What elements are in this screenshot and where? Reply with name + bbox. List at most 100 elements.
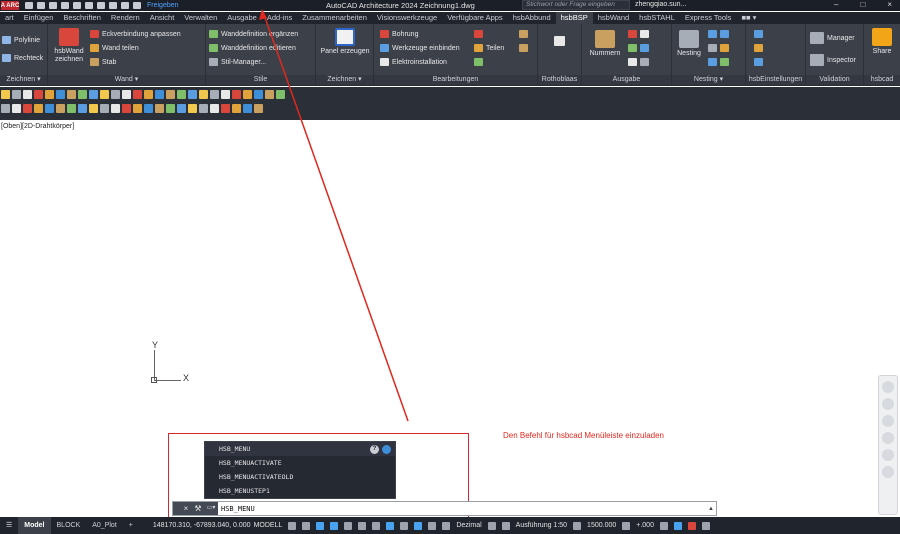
tab-5[interactable]: Verwalten bbox=[179, 12, 222, 24]
maximize-button[interactable]: □ bbox=[860, 0, 865, 9]
row2-tool-icon-6[interactable] bbox=[67, 104, 76, 113]
pan-icon[interactable] bbox=[882, 398, 894, 410]
hsbwand-zeichnen-button[interactable]: hsbWand zeichnen bbox=[52, 28, 86, 64]
row2-tool-icon-17[interactable] bbox=[188, 104, 197, 113]
polar-icon[interactable] bbox=[330, 521, 339, 530]
rothoblaas-button[interactable] bbox=[554, 36, 565, 46]
row2-tool-icon-11[interactable] bbox=[122, 104, 131, 113]
autocomplete-item[interactable]: HSB_MENUACTIVATE bbox=[205, 456, 395, 470]
offset-readout[interactable]: +.000 bbox=[636, 522, 654, 529]
print-icon[interactable] bbox=[85, 2, 93, 9]
steering-wheel-icon[interactable] bbox=[882, 381, 894, 393]
row1-tool-icon-7[interactable] bbox=[78, 90, 87, 99]
share-button[interactable]: Share bbox=[868, 28, 896, 56]
search-input[interactable]: Stichwort oder Frage eingeben bbox=[522, 0, 630, 10]
row2-tool-icon-20[interactable] bbox=[221, 104, 230, 113]
row1-tool-icon-20[interactable] bbox=[221, 90, 230, 99]
row1-tool-icon-16[interactable] bbox=[177, 90, 186, 99]
einstellungen-tool-1[interactable] bbox=[754, 30, 763, 38]
tab-9[interactable]: Visionswerkzeuge bbox=[372, 12, 442, 24]
annotation-icon[interactable] bbox=[414, 521, 423, 530]
validation-manager-button[interactable]: Manager bbox=[810, 32, 855, 44]
stil-manager-button[interactable]: Stil-Manager... bbox=[209, 58, 266, 66]
stab-button[interactable]: Stab bbox=[90, 58, 116, 66]
tab-15[interactable]: Express Tools bbox=[680, 12, 737, 24]
row1-tool-icon-18[interactable] bbox=[199, 90, 208, 99]
row1-tool-icon-10[interactable] bbox=[111, 90, 120, 99]
web-mobile-icon[interactable] bbox=[73, 2, 81, 9]
werkzeuge-einbinden-button[interactable]: Werkzeuge einbinden bbox=[380, 44, 460, 52]
tab-7[interactable]: Add-ins bbox=[262, 12, 297, 24]
open-icon[interactable] bbox=[37, 2, 45, 9]
row2-tool-icon-18[interactable] bbox=[199, 104, 208, 113]
row2-tool-icon-0[interactable] bbox=[1, 104, 10, 113]
row1-tool-icon-21[interactable] bbox=[232, 90, 241, 99]
tab-2[interactable]: Beschriften bbox=[58, 12, 106, 24]
row2-tool-icon-2[interactable] bbox=[23, 104, 32, 113]
layer-icon[interactable] bbox=[133, 2, 141, 9]
row1-tool-icon-6[interactable] bbox=[67, 90, 76, 99]
bohrung-button[interactable]: Bohrung bbox=[380, 30, 418, 38]
tab-10[interactable]: Verfügbare Apps bbox=[442, 12, 507, 24]
row2-tool-icon-8[interactable] bbox=[89, 104, 98, 113]
row1-tool-icon-8[interactable] bbox=[89, 90, 98, 99]
nesting-tool-3[interactable] bbox=[708, 58, 729, 66]
tab-14[interactable]: hsbSTAHL bbox=[634, 12, 680, 24]
panel-erzeugen-button[interactable]: Panel erzeugen bbox=[320, 28, 370, 56]
units-icon[interactable] bbox=[442, 521, 451, 530]
bearb-tool-2[interactable] bbox=[474, 58, 483, 66]
isolate-icon[interactable] bbox=[659, 521, 668, 530]
tab-6[interactable]: Ausgabe bbox=[222, 12, 262, 24]
display-detail-icon[interactable] bbox=[501, 521, 510, 530]
app-logo[interactable]: A ARC bbox=[1, 1, 19, 10]
nesting-tool-2[interactable] bbox=[708, 44, 729, 52]
row2-tool-icon-10[interactable] bbox=[111, 104, 120, 113]
save-icon[interactable] bbox=[49, 2, 57, 9]
nesting-tool-1[interactable] bbox=[708, 30, 729, 38]
ausgabe-tool-3[interactable] bbox=[628, 58, 649, 66]
nummern-button[interactable]: Nummern bbox=[588, 30, 622, 58]
ausgabe-tool-1[interactable] bbox=[628, 30, 649, 38]
tab-13[interactable]: hsbWand bbox=[593, 12, 634, 24]
autocomplete-item[interactable]: HSB_MENUSTEP1 bbox=[205, 484, 395, 498]
panel-label-ausgabe[interactable]: Ausgabe bbox=[582, 75, 671, 85]
row1-tool-icon-19[interactable] bbox=[210, 90, 219, 99]
help-icon[interactable]: ? bbox=[370, 445, 379, 454]
row2-tool-icon-16[interactable] bbox=[177, 104, 186, 113]
bearb-tool-1[interactable] bbox=[474, 30, 483, 38]
rechteck-button[interactable]: Rechteck bbox=[2, 54, 43, 62]
tab-0[interactable]: art bbox=[0, 12, 19, 24]
bearb-tool-3[interactable] bbox=[519, 30, 528, 38]
ausgabe-tool-2[interactable] bbox=[628, 44, 649, 52]
ortho-icon[interactable] bbox=[316, 521, 325, 530]
detail-dropdown[interactable]: Ausführung 1:50 bbox=[516, 522, 567, 529]
panel-label-zeichnen2[interactable]: Zeichnen ▾ bbox=[316, 75, 373, 85]
row1-tool-icon-25[interactable] bbox=[276, 90, 285, 99]
bearb-tool-4[interactable] bbox=[519, 44, 528, 52]
einstellungen-tool-2[interactable] bbox=[754, 44, 763, 52]
tab-12[interactable]: hsbBSP bbox=[555, 12, 593, 24]
row1-tool-icon-3[interactable] bbox=[34, 90, 43, 99]
polylinie-button[interactable]: Polylinie bbox=[2, 36, 40, 44]
panel-label-wand[interactable]: Wand ▾ bbox=[48, 75, 205, 85]
user-account[interactable]: zhengqiao.sun... bbox=[635, 1, 686, 8]
row1-tool-icon-13[interactable] bbox=[144, 90, 153, 99]
otrack-icon[interactable] bbox=[358, 521, 367, 530]
row2-tool-icon-23[interactable] bbox=[254, 104, 263, 113]
undo-icon[interactable] bbox=[97, 2, 105, 9]
tab-a0-plot[interactable]: A0_Plot bbox=[86, 517, 123, 534]
customize-wrench-icon[interactable]: ⚒ bbox=[192, 502, 204, 515]
grid-icon[interactable] bbox=[288, 521, 297, 530]
row1-tool-icon-23[interactable] bbox=[254, 90, 263, 99]
tab-8[interactable]: Zusammenarbeiten bbox=[297, 12, 372, 24]
panel-label-nesting[interactable]: Nesting ▾ bbox=[672, 75, 745, 85]
zoom-icon[interactable] bbox=[882, 415, 894, 427]
tab-4[interactable]: Ansicht bbox=[145, 12, 180, 24]
model-space-toggle[interactable]: MODELL bbox=[254, 522, 283, 529]
globe-icon[interactable] bbox=[382, 445, 391, 454]
snap-icon[interactable] bbox=[302, 521, 311, 530]
row1-tool-icon-24[interactable] bbox=[265, 90, 274, 99]
row1-tool-icon-15[interactable] bbox=[166, 90, 175, 99]
row2-tool-icon-7[interactable] bbox=[78, 104, 87, 113]
row2-tool-icon-22[interactable] bbox=[243, 104, 252, 113]
